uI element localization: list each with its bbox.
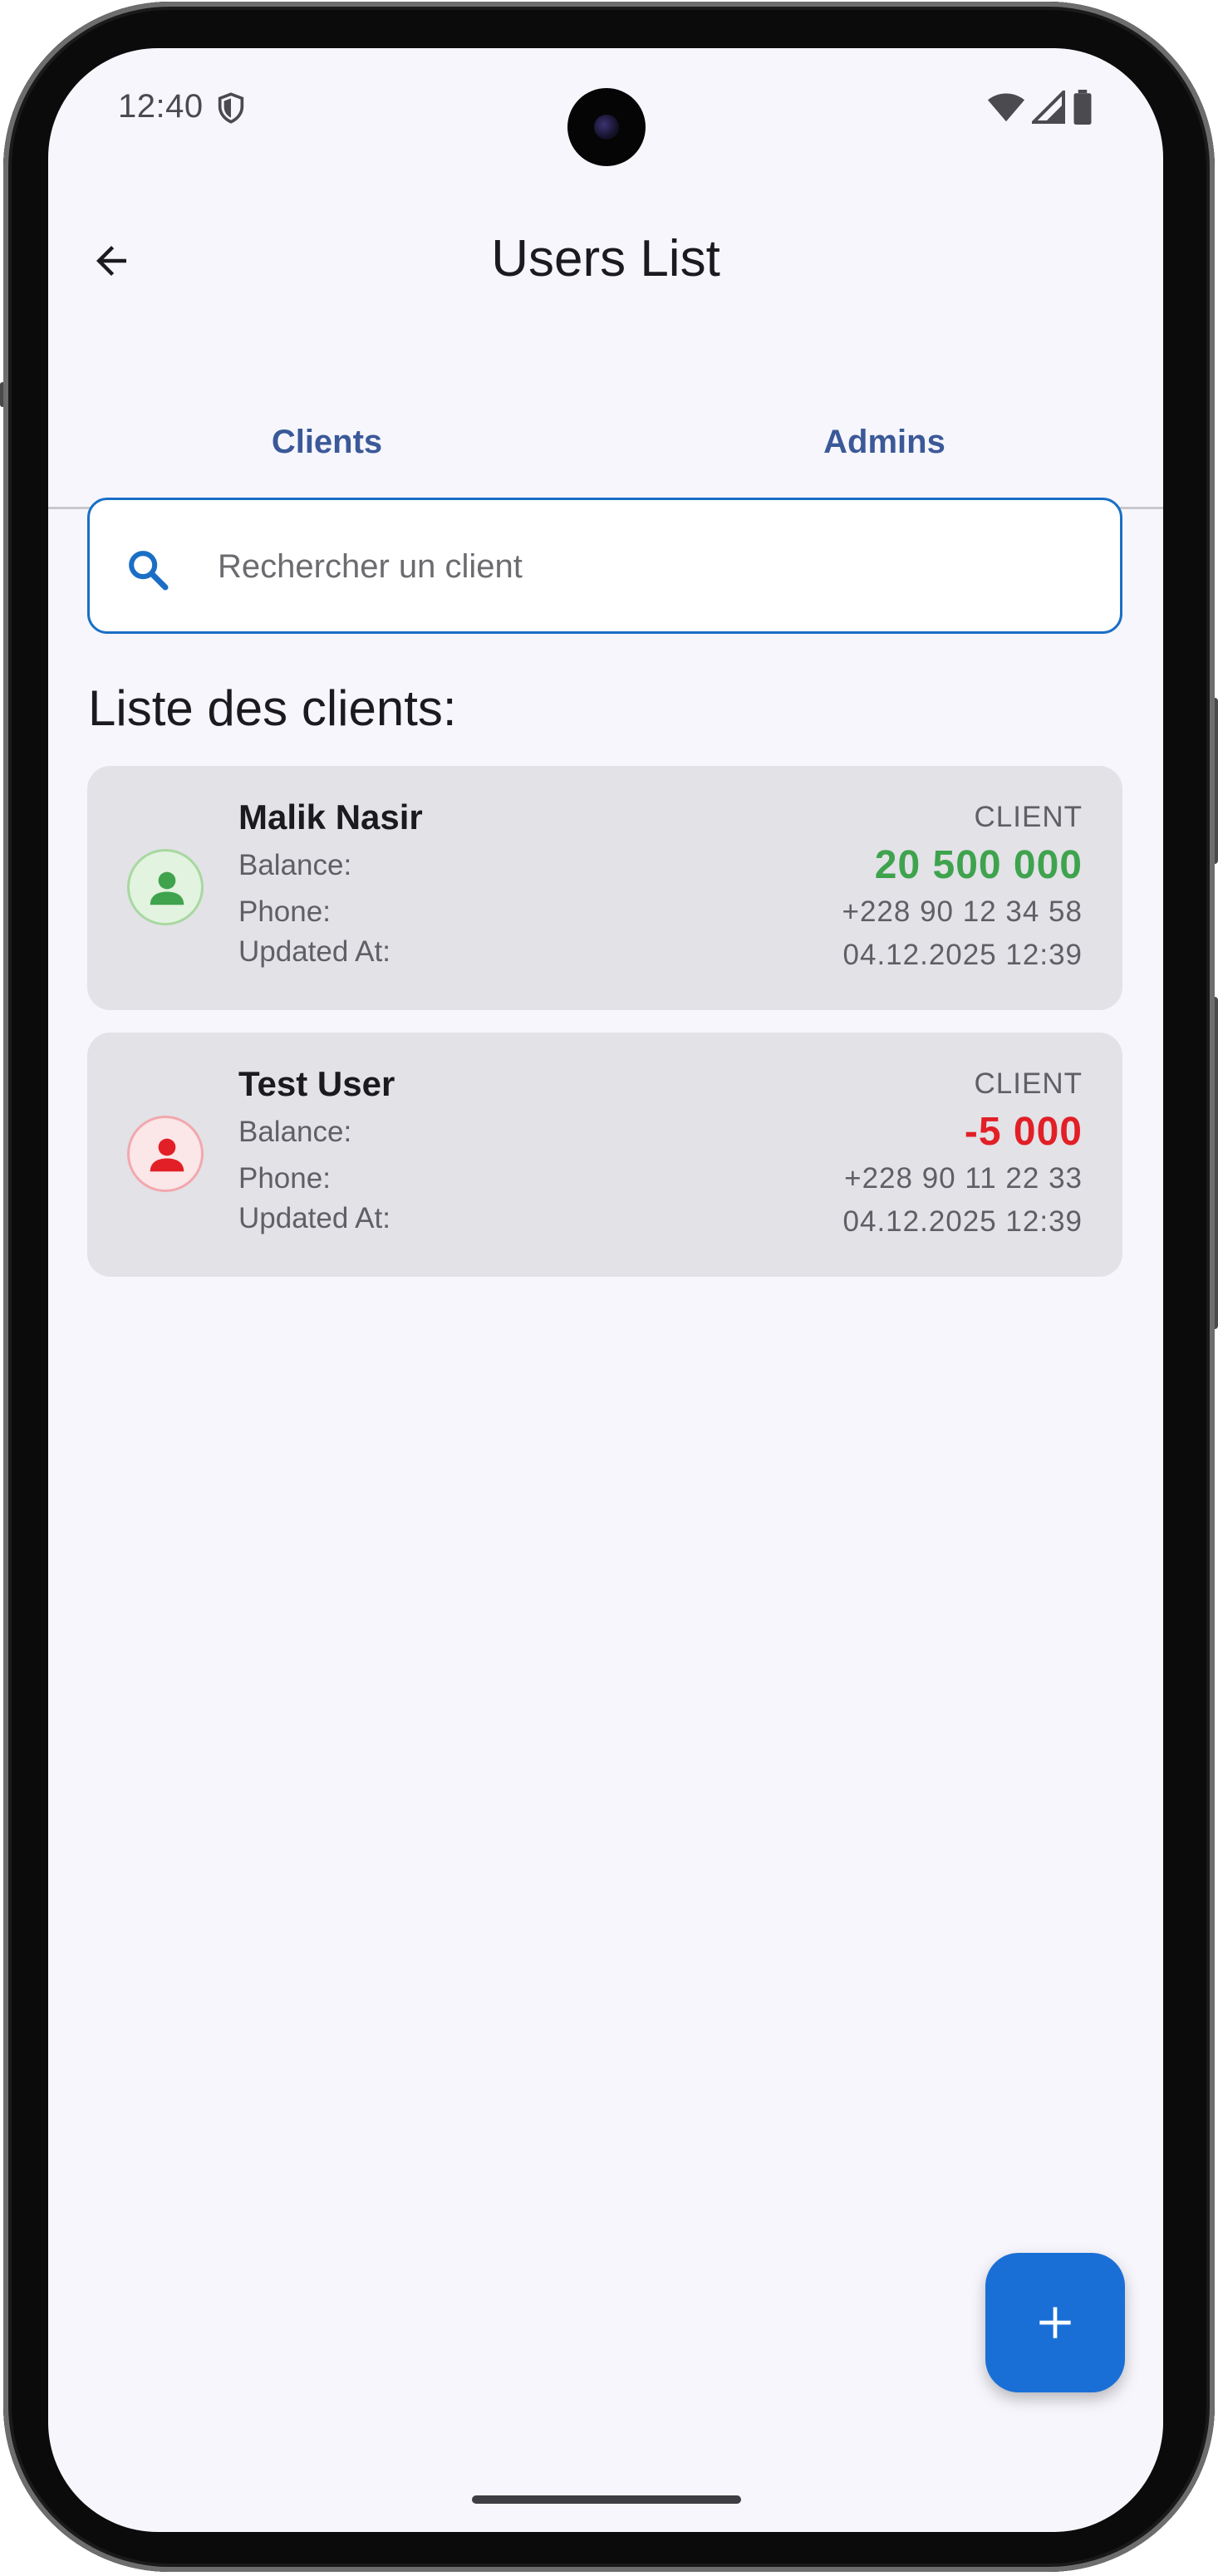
updated-at-value: 04.12.2025 12:39	[842, 939, 1083, 971]
avatar	[127, 1116, 204, 1192]
balance-label: Balance:	[238, 849, 352, 881]
tab-admins-label: Admins	[823, 424, 945, 460]
client-card[interactable]: Test User Balance: Phone: Updated At: CL…	[87, 1033, 1122, 1277]
balance-value: 20 500 000	[874, 843, 1083, 887]
search-input[interactable]	[216, 500, 1087, 633]
add-client-button[interactable]	[985, 2253, 1125, 2392]
plus-icon	[1039, 2307, 1071, 2338]
client-card[interactable]: Malik Nasir Balance: Phone: Updated At: …	[87, 766, 1122, 1010]
app-bar: Users List	[48, 198, 1163, 314]
page-title: Users List	[491, 230, 720, 287]
updated-at-label: Updated At:	[238, 935, 390, 968]
role-badge: CLIENT	[974, 1067, 1083, 1100]
avatar	[127, 849, 204, 925]
battery-icon	[1073, 90, 1092, 125]
client-name: Test User	[238, 1064, 395, 1103]
tab-clients-label: Clients	[271, 424, 383, 460]
phone-label: Phone:	[238, 1162, 331, 1195]
front-camera	[567, 88, 646, 166]
cellular-signal-icon	[1032, 91, 1065, 124]
updated-at-value: 04.12.2025 12:39	[842, 1205, 1083, 1238]
home-indicator[interactable]	[472, 2495, 741, 2504]
phone-value: +228 90 11 22 33	[844, 1162, 1083, 1195]
camera-lens	[594, 115, 619, 140]
screen: 12:40 Users List Clients Admins Recherch…	[48, 48, 1163, 2532]
updated-at-label: Updated At:	[238, 1202, 390, 1234]
search-field[interactable]	[87, 498, 1122, 634]
tab-admins[interactable]: Admins	[606, 380, 1163, 507]
balance-value: -5 000	[964, 1110, 1083, 1154]
client-name: Malik Nasir	[238, 797, 423, 837]
phone-device: 12:40 Users List Clients Admins Recherch…	[0, 0, 1218, 2576]
person-icon	[150, 1138, 184, 1172]
phone-value: +228 90 12 34 58	[842, 895, 1083, 928]
status-time: 12:40	[118, 88, 204, 125]
section-title: Liste des clients:	[88, 680, 457, 736]
phone-label: Phone:	[238, 895, 331, 928]
balance-label: Balance:	[238, 1116, 352, 1148]
tab-clients[interactable]: Clients	[48, 380, 606, 507]
status-icons	[987, 90, 1093, 125]
search-icon	[129, 551, 169, 591]
person-icon	[150, 871, 184, 905]
role-badge: CLIENT	[974, 801, 1083, 833]
wifi-icon	[987, 93, 1025, 122]
tab-bar: Clients Admins	[48, 380, 1163, 509]
shield-icon	[218, 92, 244, 124]
